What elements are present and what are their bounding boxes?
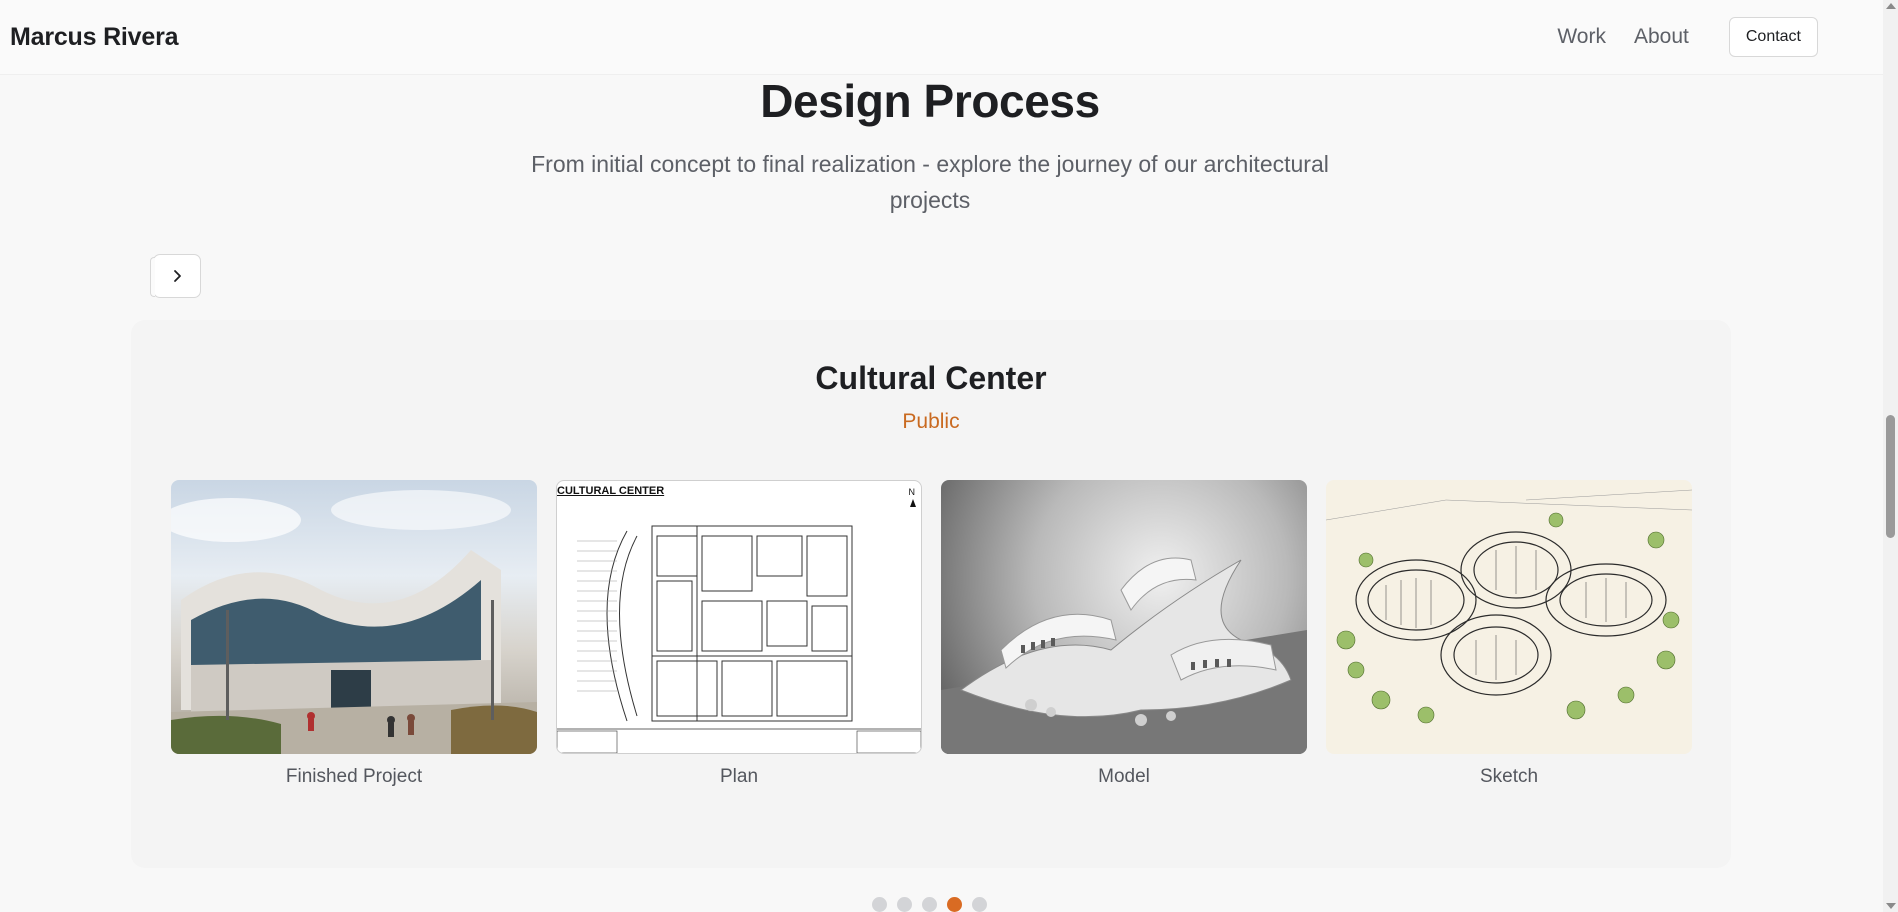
plan-title: CULTURAL CENTER <box>557 485 665 497</box>
pagination-dot[interactable] <box>897 897 912 912</box>
pagination-dot[interactable] <box>922 897 937 912</box>
scroll-down-arrow-icon[interactable] <box>1886 903 1896 909</box>
main-nav: Work About Contact <box>1529 17 1873 57</box>
stage-caption: Plan <box>719 766 759 787</box>
carousel-pagination <box>872 897 987 912</box>
site-header: Marcus Rivera Work About Contact <box>0 0 1883 75</box>
page-scrollbar[interactable] <box>1883 0 1898 912</box>
page: Marcus Rivera Work About Contact Design … <box>0 0 1898 912</box>
stage-model[interactable]: Model <box>941 480 1307 788</box>
nav-link-about[interactable]: About <box>1634 25 1689 49</box>
contact-button[interactable]: Contact <box>1728 17 1818 57</box>
svg-text:N: N <box>909 487 916 497</box>
stage-caption: Finished Project <box>285 766 423 787</box>
model-image[interactable] <box>941 480 1307 754</box>
stage-plan[interactable]: CULTURAL CENTER N Plan <box>556 480 922 788</box>
sketch-drawing <box>1326 489 1692 724</box>
finished-project-image[interactable] <box>171 480 537 754</box>
building-photo-illustration <box>171 490 537 754</box>
stage-sketch[interactable]: Sketch <box>1326 480 1692 788</box>
stage-finished-project[interactable]: Finished Project <box>171 480 537 788</box>
stage-caption: Model <box>1098 766 1150 787</box>
project-title: Cultural Center <box>815 360 1047 396</box>
sketch-image[interactable] <box>1326 480 1692 754</box>
model-rendering <box>941 557 1307 754</box>
project-category: Public <box>902 410 960 433</box>
carousel-next-button[interactable] <box>150 254 201 298</box>
pagination-dot[interactable] <box>872 897 887 912</box>
chevron-right-icon <box>174 270 181 282</box>
project-card: Cultural Center Public Finished Project … <box>131 320 1731 868</box>
floor-plan-image[interactable]: CULTURAL CENTER N <box>556 480 922 754</box>
stage-caption: Sketch <box>1479 766 1539 787</box>
nav-link-work[interactable]: Work <box>1557 25 1606 49</box>
pagination-dot[interactable] <box>972 897 987 912</box>
section-subtitle: From initial concept to final realizatio… <box>531 151 1329 213</box>
brand-logo-text[interactable]: Marcus Rivera <box>10 23 179 52</box>
scrollbar-thumb[interactable] <box>1886 415 1895 538</box>
section-title: Design Process <box>760 75 1100 127</box>
scroll-up-arrow-icon[interactable] <box>1886 3 1896 9</box>
floor-plan-drawing: N <box>557 487 921 753</box>
pagination-dot-active[interactable] <box>947 897 962 912</box>
